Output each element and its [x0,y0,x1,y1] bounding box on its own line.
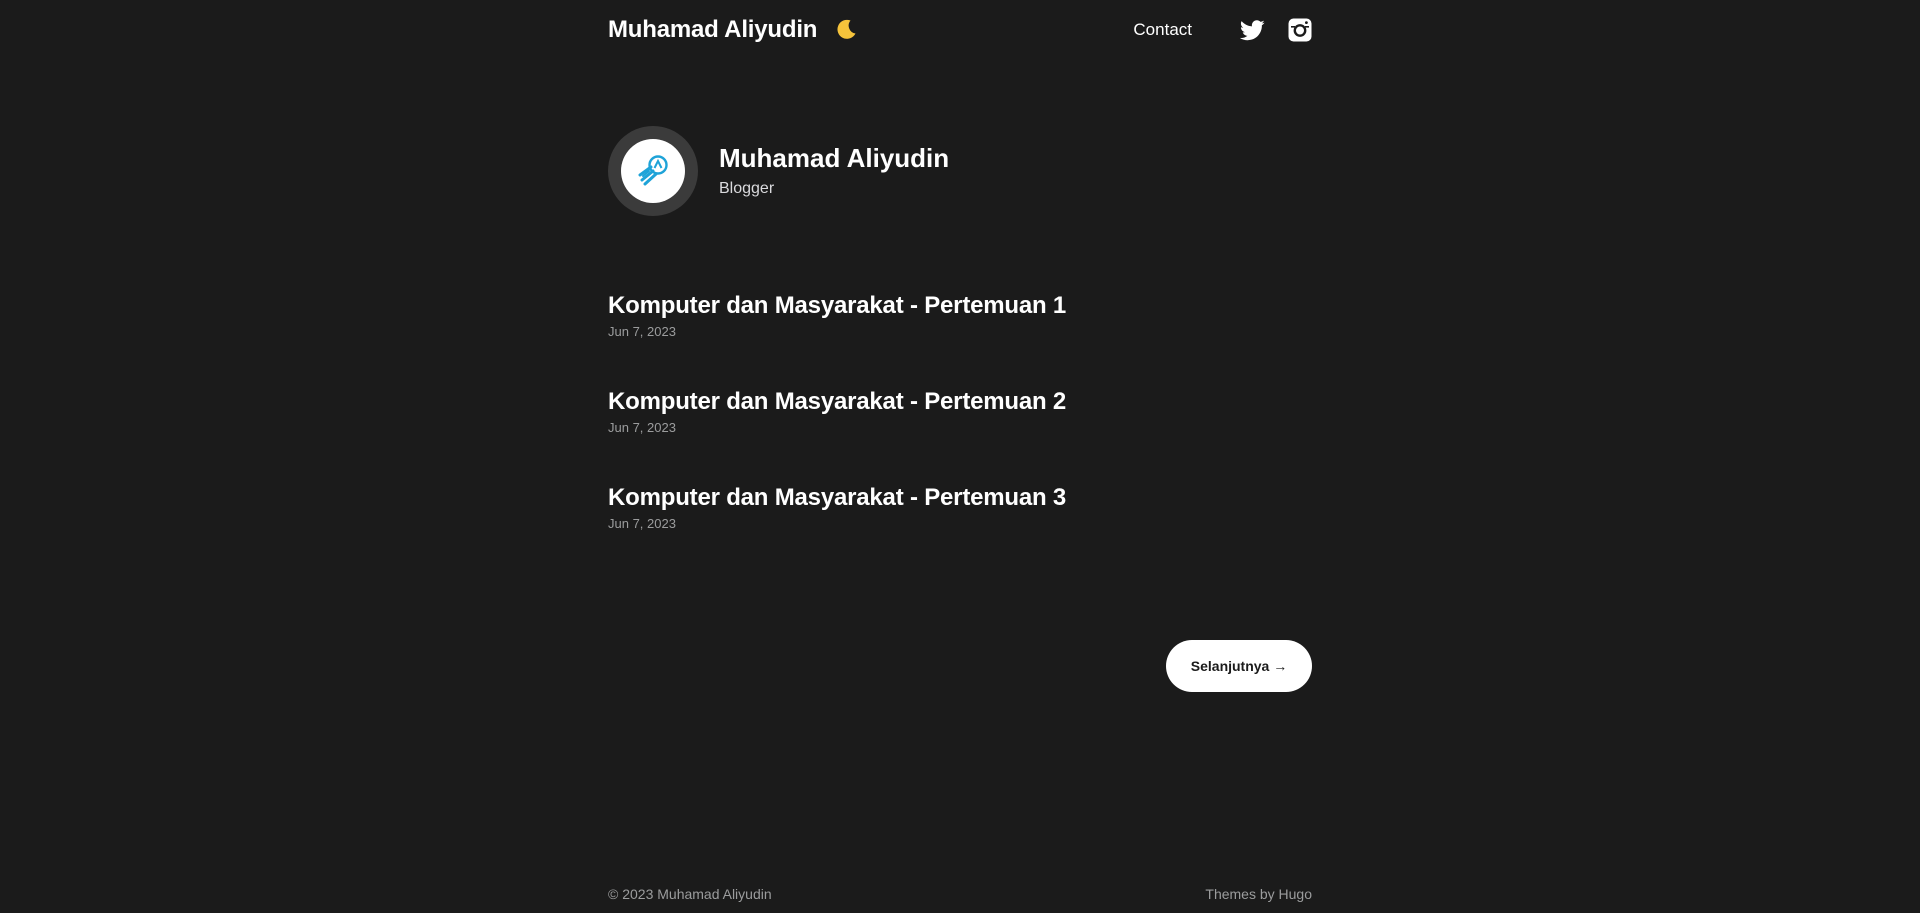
next-page-button[interactable]: Selanjutnya → [1166,640,1312,692]
post-title-link[interactable]: Komputer dan Masyarakat - Pertemuan 2 [608,388,1312,417]
profile-text: Muhamad Aliyudin Blogger [719,143,950,198]
instagram-icon[interactable] [1288,18,1312,42]
header-nav: Contact [1133,18,1312,42]
site-title-link[interactable]: Muhamad Aliyudin [608,16,817,44]
post-item[interactable]: Komputer dan Masyarakat - Pertemuan 3 Ju… [608,484,1312,580]
profile-name: Muhamad Aliyudin [719,143,950,174]
page: Muhamad Aliyudin Contact Muhamad Aliyudi… [0,0,1920,913]
post-date: Jun 7, 2023 [608,419,676,435]
site-footer: © 2023 Muhamad Aliyudin Themes by Hugo [608,886,1312,902]
post-list: Komputer dan Masyarakat - Pertemuan 1 Ju… [608,292,1312,580]
post-title-link[interactable]: Komputer dan Masyarakat - Pertemuan 1 [608,292,1312,321]
post-date: Jun 7, 2023 [608,323,676,339]
profile-role: Blogger [719,179,775,197]
avatar-inner [621,139,685,203]
post-date: Jun 7, 2023 [608,515,676,531]
post-item[interactable]: Komputer dan Masyarakat - Pertemuan 1 Ju… [608,292,1312,388]
post-title-link[interactable]: Komputer dan Masyarakat - Pertemuan 3 [608,484,1312,513]
post-item[interactable]: Komputer dan Masyarakat - Pertemuan 2 Ju… [608,388,1312,484]
nav-link-contact[interactable]: Contact [1133,20,1192,40]
pagination: Selanjutnya → [608,640,1312,692]
footer-credit-link[interactable]: Themes by Hugo [1205,886,1312,902]
twitter-icon[interactable] [1240,19,1265,41]
avatar [608,126,698,216]
footer-copyright: © 2023 Muhamad Aliyudin [608,886,772,902]
profile-section: Muhamad Aliyudin Blogger [608,126,1312,216]
rocket-logo-icon [638,155,668,186]
moon-icon[interactable] [834,18,858,42]
site-header: Muhamad Aliyudin Contact [608,0,1312,60]
